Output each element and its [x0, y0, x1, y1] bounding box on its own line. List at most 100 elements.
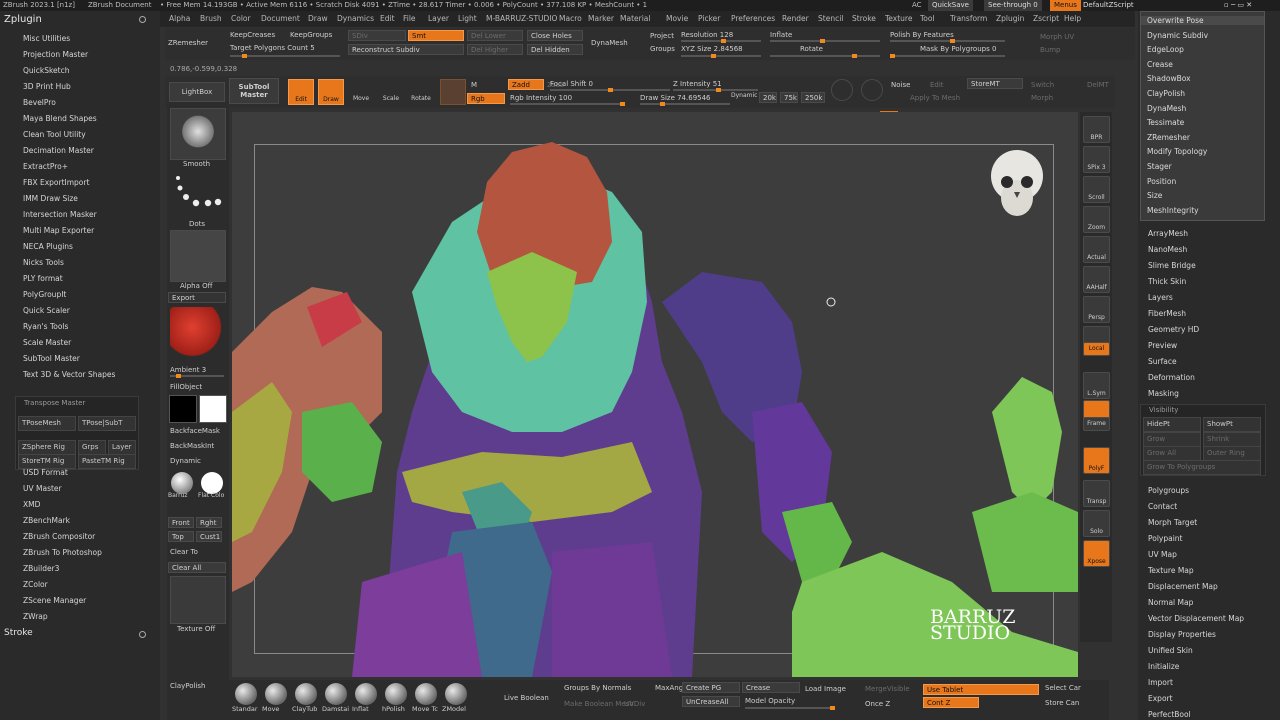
submenu-item-meshintegrity[interactable]: MeshIntegrity	[1147, 206, 1199, 215]
storemt-button[interactable]: StoreMT	[967, 78, 1023, 89]
tool-section-displacement-map[interactable]: Displacement Map	[1148, 582, 1218, 591]
tool-section-texture-map[interactable]: Texture Map	[1148, 566, 1194, 575]
menu-tool[interactable]: Tool	[920, 14, 935, 23]
max-angle-slider[interactable]: MaxAng	[655, 684, 683, 692]
submenu-item-position[interactable]: Position	[1147, 177, 1176, 186]
primary-color-swatch[interactable]	[169, 395, 197, 423]
menu-texture[interactable]: Texture	[885, 14, 912, 23]
brush-move-tc-icon[interactable]	[415, 683, 437, 705]
sdiv-slider[interactable]: SDiv	[348, 30, 406, 41]
plugin-item-usd-format[interactable]: USD Format	[23, 468, 68, 477]
focal-shift-track[interactable]	[550, 88, 670, 92]
tool-section-display-properties[interactable]: Display Properties	[1148, 630, 1216, 639]
resolution-track[interactable]	[681, 39, 761, 43]
plugin-item-zbenchmark[interactable]: ZBenchMark	[23, 516, 70, 525]
tool-section-unified-skin[interactable]: Unified Skin	[1148, 646, 1193, 655]
tool-section-import[interactable]: Import	[1148, 678, 1173, 687]
xyz-size-slider[interactable]: XYZ Size 2.84568	[681, 45, 743, 53]
dynamic-size-toggle[interactable]: Dynamic	[731, 92, 757, 99]
submenu-item-claypolish[interactable]: ClayPolish	[1147, 89, 1185, 98]
plugin-item-neca-plugins[interactable]: NECA Plugins	[23, 242, 73, 251]
rotate-mode-button[interactable]: Rotate	[408, 79, 434, 105]
subtool-master-button[interactable]: SubTool Master	[229, 78, 279, 104]
plugin-item-zscene-manager[interactable]: ZScene Manager	[23, 596, 86, 605]
live-boolean-toggle[interactable]: Live Boolean	[504, 694, 549, 702]
plugin-item-subtool-master[interactable]: SubTool Master	[23, 354, 80, 363]
menu-preferences[interactable]: Preferences	[731, 14, 775, 23]
tool-section-export[interactable]: Export	[1148, 694, 1173, 703]
brush-inflat-icon[interactable]	[355, 683, 377, 705]
rotate-track[interactable]	[770, 54, 880, 58]
stroke-palette-title[interactable]: Stroke	[4, 628, 33, 638]
shrink-button[interactable]: Shrink	[1203, 432, 1261, 447]
scale-mode-button[interactable]: Scale	[378, 79, 404, 105]
once-z-button[interactable]: Once Z	[865, 700, 890, 708]
view-right-button[interactable]: Rght	[196, 517, 222, 528]
zadd-toggle[interactable]: Zadd	[508, 79, 544, 90]
store-camera-button[interactable]: Store Can	[1045, 699, 1079, 707]
menu-macro[interactable]: Macro	[559, 14, 582, 23]
plugin-item-nicks-tools[interactable]: Nicks Tools	[23, 258, 64, 267]
del-hidden-button[interactable]: Del Hidden	[527, 44, 583, 55]
inflate-track[interactable]	[770, 39, 880, 43]
merge-visible-button[interactable]: MergeVisible	[865, 685, 910, 693]
plugin-item-clean-tool-utility[interactable]: Clean Tool Utility	[23, 130, 86, 139]
fillobject-button[interactable]: FillObject	[170, 383, 202, 391]
view-top-button[interactable]: Top	[168, 531, 194, 542]
del-lower-button[interactable]: Del Lower	[467, 30, 523, 41]
tool-section-initialize[interactable]: Initialize	[1148, 662, 1179, 671]
focal-shift-slider[interactable]: Focal Shift 0	[550, 80, 593, 88]
create-pg-button[interactable]: Create PG	[682, 682, 740, 693]
use-tablet-toggle[interactable]: Use Tablet	[923, 684, 1039, 695]
delmt-button[interactable]: DelMT	[1087, 81, 1109, 89]
polycount-20k-button[interactable]: 20k	[759, 92, 777, 103]
tool-section-arraymesh[interactable]: ArrayMesh	[1148, 229, 1188, 238]
export-button[interactable]: Export	[168, 292, 226, 303]
target-polygons-slider[interactable]: Target Polygons Count 5	[230, 44, 315, 52]
submenu-item-zremesher[interactable]: ZRemesher	[1147, 133, 1190, 142]
plugin-item-scale-master[interactable]: Scale Master	[23, 338, 71, 347]
plugin-item-quick-scaler[interactable]: Quick Scaler	[23, 306, 70, 315]
secondary-color-swatch[interactable]	[199, 395, 227, 423]
tool-section-fibermesh[interactable]: FiberMesh	[1148, 309, 1186, 318]
view-actual-button[interactable]: Actual	[1083, 236, 1110, 263]
tool-section-polygroups[interactable]: Polygroups	[1148, 486, 1189, 495]
canvas-viewport[interactable]: BARRUZ STUDIO	[232, 112, 1078, 677]
menus-button[interactable]: Menus	[1050, 0, 1081, 11]
zsphere-rig-button[interactable]: ZSphere Rig	[18, 440, 76, 455]
transpose-title[interactable]: Transpose Master	[24, 399, 85, 407]
plugin-item-polygroupit[interactable]: PolyGroupIt	[23, 290, 66, 299]
menu-draw[interactable]: Draw	[308, 14, 328, 23]
symmetry-s-icon[interactable]	[831, 79, 853, 101]
uvdiv-button[interactable]: UVDiv	[624, 700, 645, 708]
xyz-size-track[interactable]	[681, 54, 761, 58]
color-swatch-icon[interactable]	[440, 79, 466, 105]
view-persp-button[interactable]: Persp	[1083, 296, 1110, 323]
uncreaseall-button[interactable]: UnCreaseAll	[682, 696, 740, 707]
seethrough-slider[interactable]: See-through 0	[984, 0, 1042, 11]
smooth-brush-icon[interactable]	[170, 108, 226, 160]
plugin-item-extractpro[interactable]: ExtractPro+	[23, 162, 68, 171]
dynamesh-button[interactable]: DynaMesh	[591, 39, 628, 47]
rgb-intensity-slider[interactable]: Rgb Intensity 100	[510, 94, 572, 102]
plugin-item-quicksketch[interactable]: QuickSketch	[23, 66, 69, 75]
menu-stencil[interactable]: Stencil	[818, 14, 843, 23]
cont-z-toggle[interactable]: Cont Z	[923, 697, 979, 708]
z-intensity-track[interactable]	[673, 88, 758, 92]
tool-section-layers[interactable]: Layers	[1148, 293, 1173, 302]
lightbox-button[interactable]: LightBox	[169, 82, 225, 102]
material-sphere-icon[interactable]	[170, 307, 226, 365]
menu-alpha[interactable]: Alpha	[169, 14, 190, 23]
bump-slider[interactable]: Bump	[1040, 46, 1061, 54]
plugin-item-intersection-masker[interactable]: Intersection Masker	[23, 210, 97, 219]
pin-icon[interactable]	[139, 631, 146, 638]
plugin-item-uv-master[interactable]: UV Master	[23, 484, 62, 493]
plugin-item-decimation-master[interactable]: Decimation Master	[23, 146, 94, 155]
plugin-item-zcolor[interactable]: ZColor	[23, 580, 48, 589]
submenu-item-crease[interactable]: Crease	[1147, 60, 1173, 69]
plugin-item-projection-master[interactable]: Projection Master	[23, 50, 88, 59]
view-frame-button[interactable]: Frame	[1083, 417, 1110, 431]
polish-features-track[interactable]	[890, 39, 1005, 43]
move-mode-button[interactable]: Move	[348, 79, 374, 105]
panel-title[interactable]: Zplugin	[4, 14, 42, 25]
